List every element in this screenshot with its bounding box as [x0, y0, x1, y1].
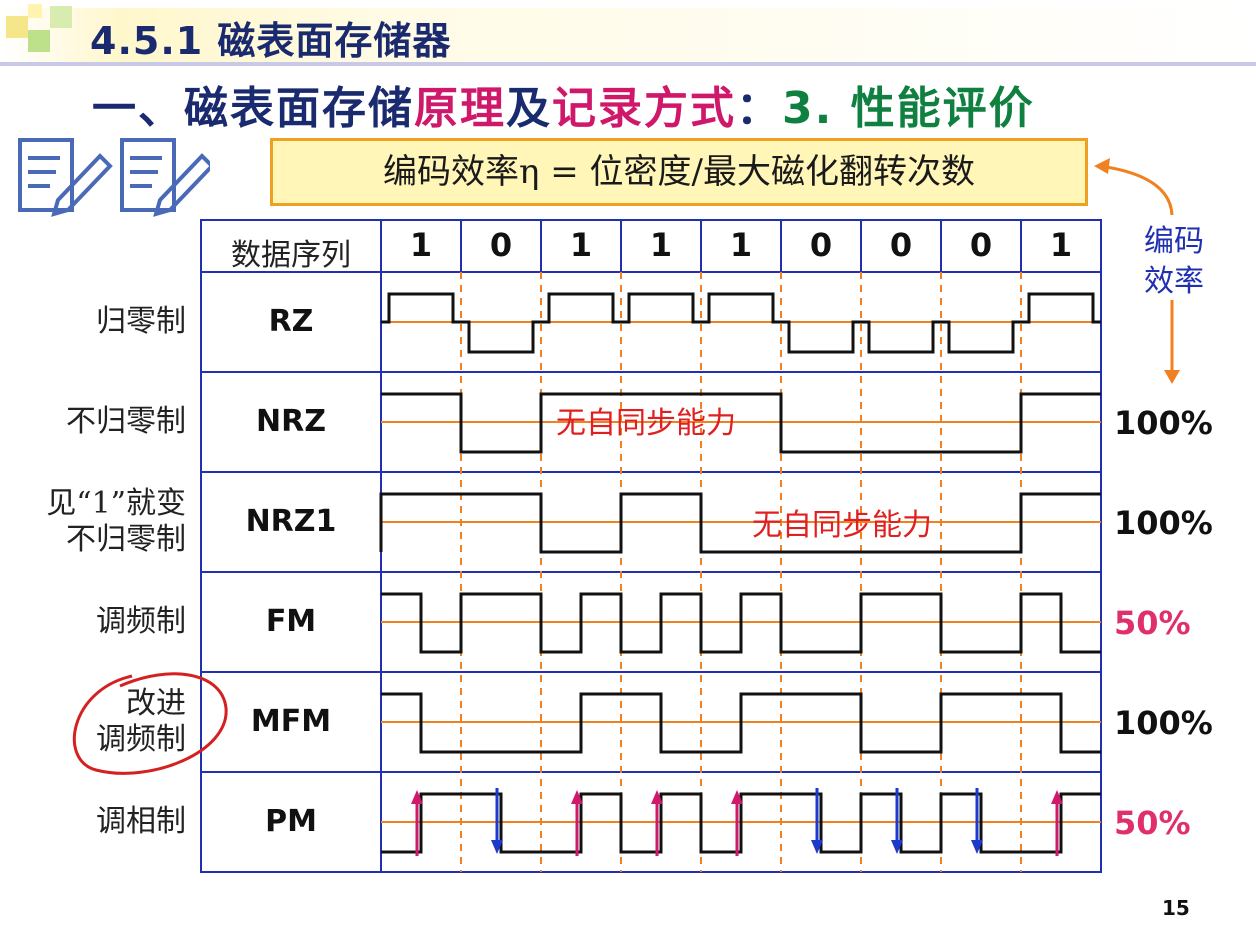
- row-name: 不归零制: [0, 404, 186, 440]
- down-arrowhead: [1164, 370, 1180, 384]
- row-name: 见“1”就变 不归零制: [0, 486, 186, 558]
- encoding-code: NRZ: [256, 404, 326, 439]
- bit-label: 1: [729, 226, 753, 264]
- bit-label: 1: [569, 226, 593, 264]
- row-name-line: 调频制: [96, 722, 186, 757]
- efficiency-value: 100%: [1114, 704, 1213, 742]
- pointer-arrowhead: [1094, 158, 1110, 174]
- encoding-code: FM: [265, 604, 317, 639]
- bit-label: 0: [969, 226, 993, 264]
- row-name: 调频制: [0, 604, 186, 640]
- bit-label: 0: [489, 226, 513, 264]
- row-name-line: 调相制: [96, 804, 186, 839]
- encoding-code: RZ: [268, 304, 314, 339]
- efficiency-value: 100%: [1114, 404, 1213, 442]
- row-name: 调相制: [0, 804, 186, 840]
- bit-label: 1: [649, 226, 673, 264]
- bit-label: 1: [1049, 226, 1073, 264]
- row-name-line: 调频制: [96, 604, 186, 639]
- nrz-note: 无自同步能力: [556, 406, 736, 441]
- bit-label: 1: [409, 226, 433, 264]
- row-name-line: 不归零制: [66, 522, 186, 557]
- efficiency-value: 100%: [1114, 504, 1213, 542]
- row-name-line: 见“1”就变: [46, 486, 186, 521]
- efficiency-value: 50%: [1114, 804, 1191, 842]
- pointer-arrow: [1099, 164, 1174, 216]
- row-name: 归零制: [0, 304, 186, 340]
- nrz1-note: 无自同步能力: [752, 508, 932, 543]
- row-name: 改进 调频制: [0, 686, 186, 758]
- row-name-line: 改进: [126, 686, 186, 721]
- row-name-line: 不归零制: [66, 404, 186, 439]
- encoding-code: NRZ1: [245, 504, 337, 539]
- page-number: 15: [1162, 896, 1190, 920]
- bit-label: 0: [809, 226, 833, 264]
- encoding-diagram: [72, 158, 1180, 873]
- header-label: 数据序列: [231, 238, 351, 273]
- row-name-line: 归零制: [96, 304, 186, 339]
- encoding-code: MFM: [250, 704, 332, 739]
- efficiency-value: 50%: [1114, 604, 1191, 642]
- bit-label: 0: [889, 226, 913, 264]
- encoding-code: PM: [265, 804, 317, 839]
